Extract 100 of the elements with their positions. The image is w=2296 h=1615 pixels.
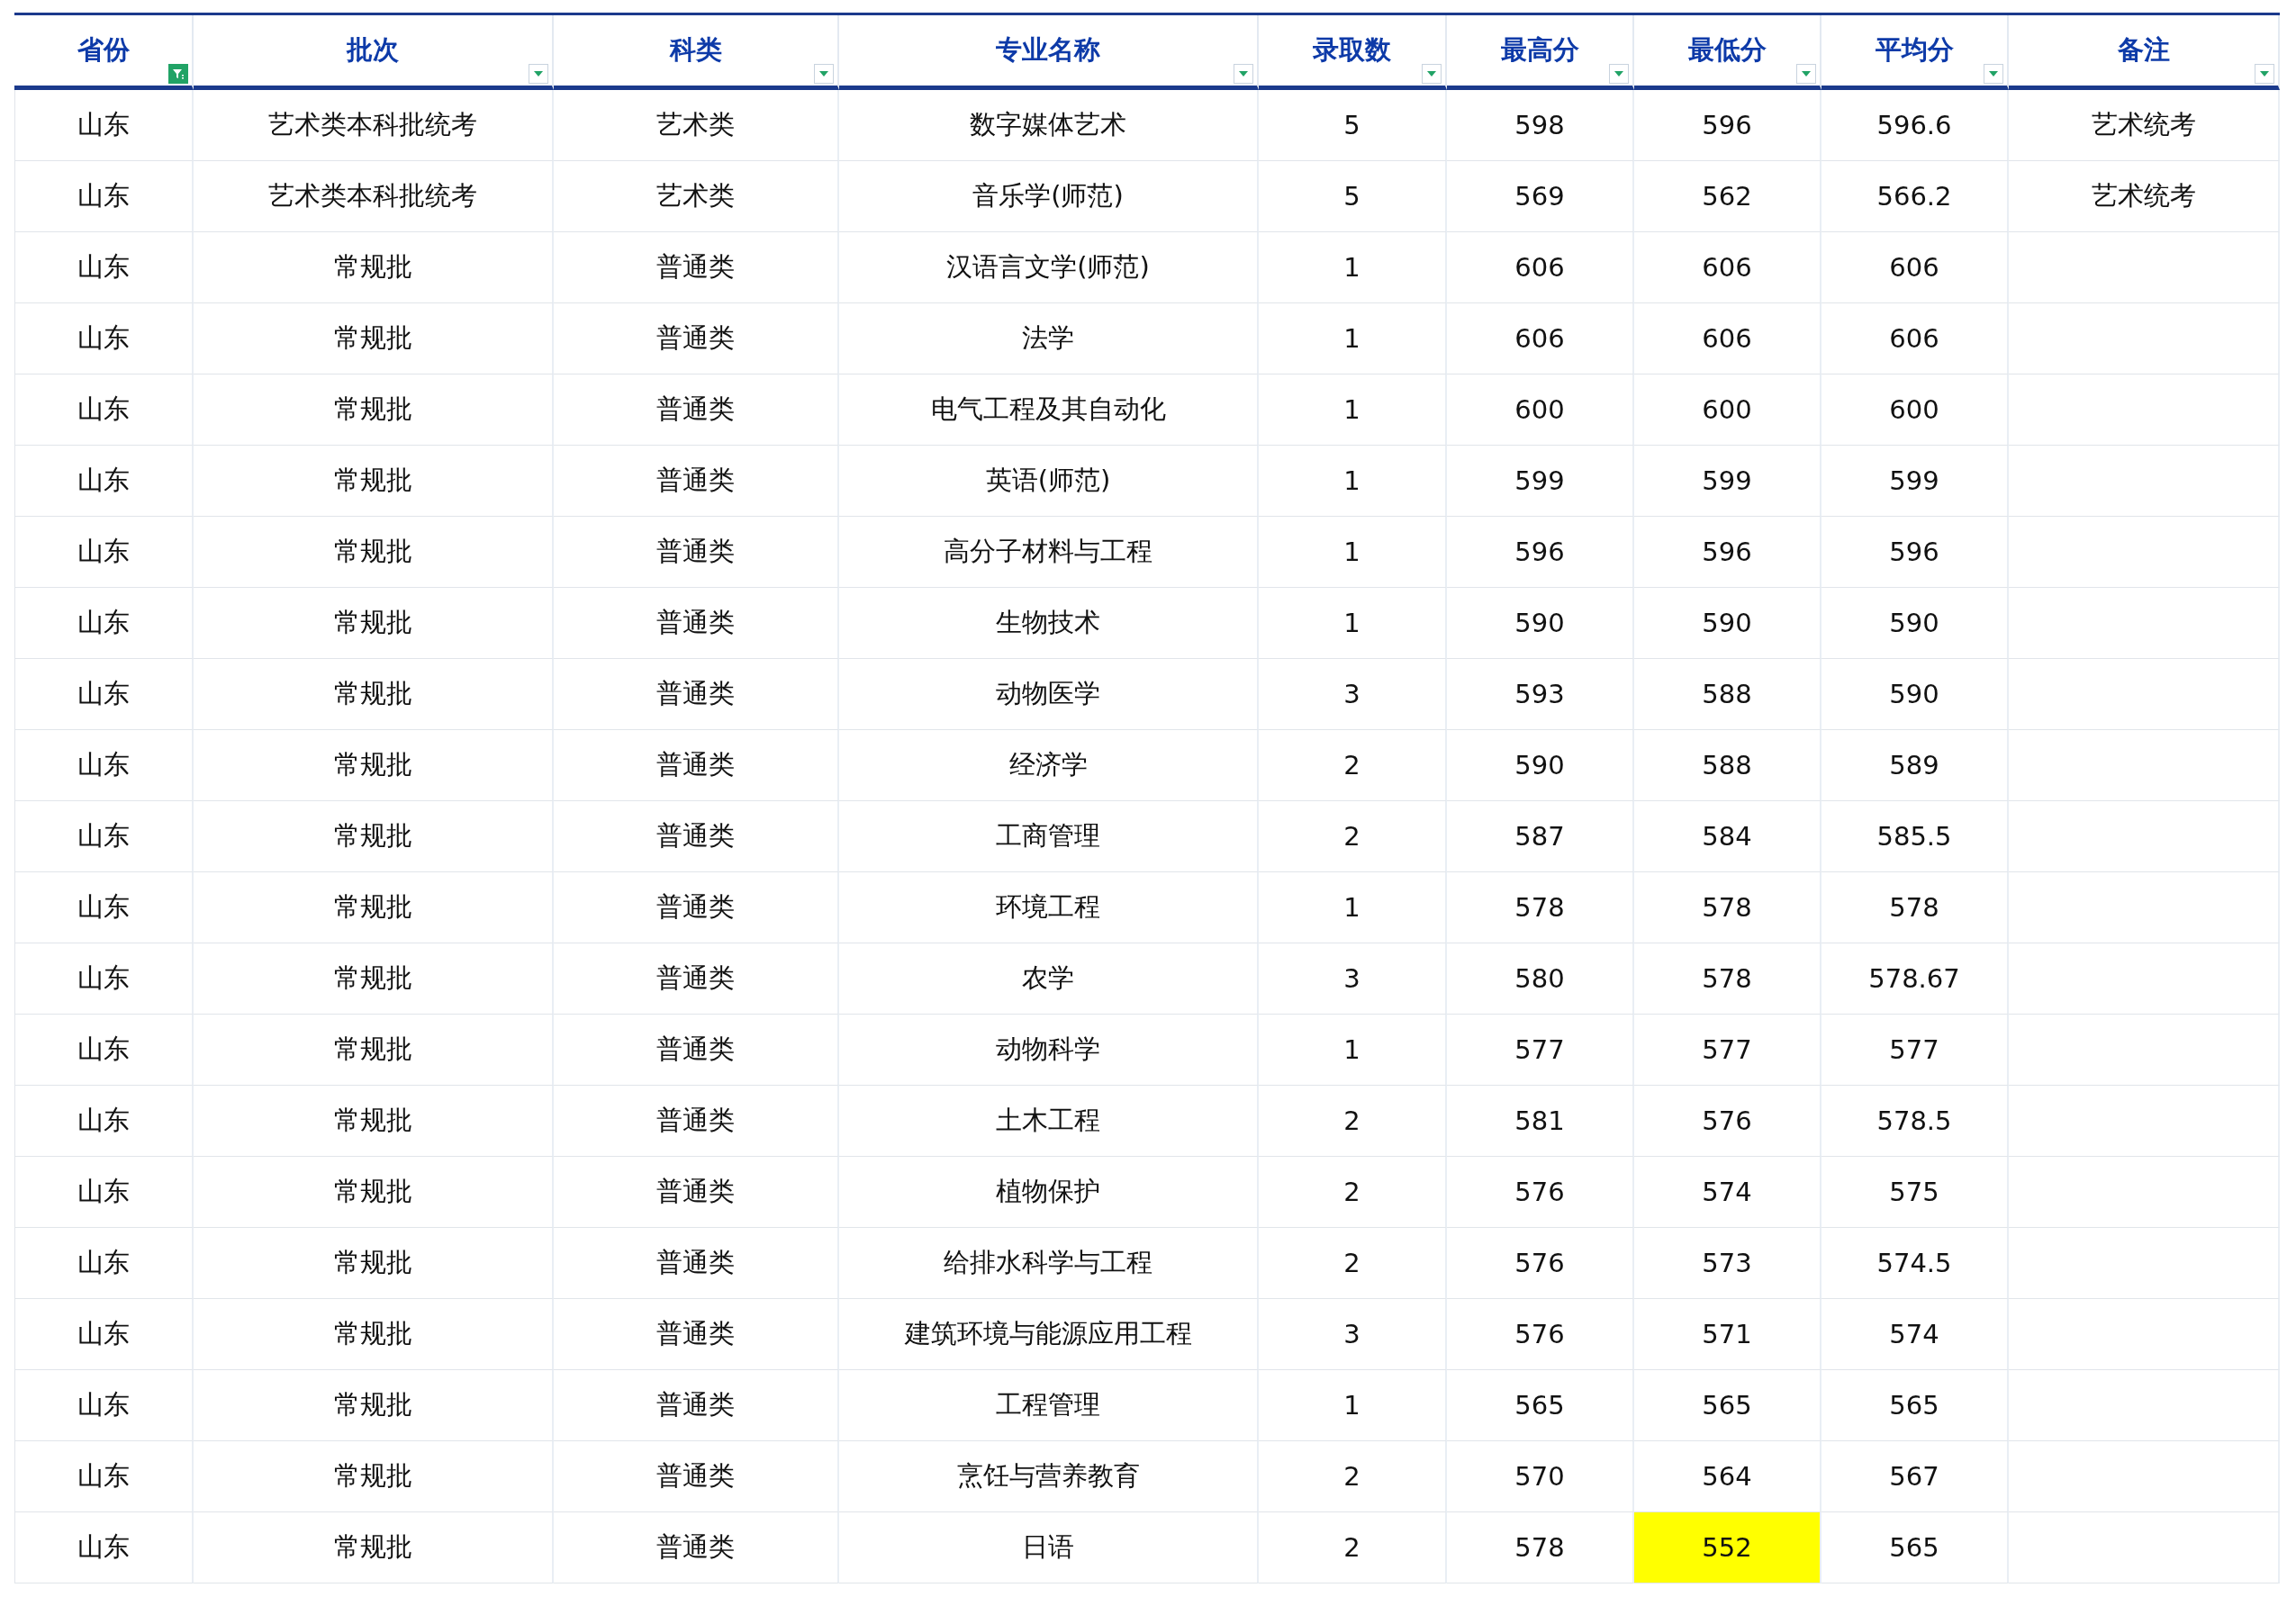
table-cell: 建筑环境与能源应用工程 — [839, 1299, 1259, 1370]
table-cell: 1 — [1259, 232, 1447, 303]
filter-dropdown-button[interactable] — [2255, 64, 2274, 84]
filter-dropdown-button[interactable] — [1796, 64, 1816, 84]
table-cell: 2 — [1259, 1512, 1447, 1583]
table-cell: 596 — [1634, 517, 1821, 588]
table-cell: 常规批 — [194, 232, 554, 303]
filter-icon — [172, 68, 185, 80]
table-cell: 599 — [1634, 446, 1821, 517]
table-cell: 艺术类本科批统考 — [194, 161, 554, 232]
filter-dropdown-button[interactable] — [1609, 64, 1629, 84]
table-cell: 普通类 — [554, 730, 839, 801]
caret-icon — [1426, 70, 1437, 77]
table-cell: 576 — [1447, 1157, 1634, 1228]
table-cell: 567 — [1821, 1441, 2009, 1512]
table-cell: 常规批 — [194, 588, 554, 659]
table-cell: 588 — [1634, 730, 1821, 801]
table-cell: 3 — [1259, 943, 1447, 1015]
table-cell: 烹饪与营养教育 — [839, 1441, 1259, 1512]
caret-icon — [818, 70, 829, 77]
table-cell: 普通类 — [554, 659, 839, 730]
table-cell: 常规批 — [194, 1015, 554, 1086]
table-cell: 普通类 — [554, 446, 839, 517]
table-cell: 常规批 — [194, 1157, 554, 1228]
table-cell: 578 — [1821, 872, 2009, 943]
table-cell: 578.67 — [1821, 943, 2009, 1015]
caret-icon — [1801, 70, 1812, 77]
caret-icon — [533, 70, 544, 77]
table-cell: 585.5 — [1821, 801, 2009, 872]
table-cell: 常规批 — [194, 1441, 554, 1512]
table-cell: 动物科学 — [839, 1015, 1259, 1086]
table-cell: 590 — [1821, 659, 2009, 730]
table-cell: 589 — [1821, 730, 2009, 801]
filter-dropdown-button[interactable] — [1234, 64, 1253, 84]
table-cell: 艺术类 — [554, 90, 839, 161]
table-cell: 577 — [1821, 1015, 2009, 1086]
table-cell: 593 — [1447, 659, 1634, 730]
table-cell: 经济学 — [839, 730, 1259, 801]
table-cell: 600 — [1821, 374, 2009, 446]
table-cell: 山东 — [14, 1228, 194, 1299]
table-cell: 山东 — [14, 1299, 194, 1370]
table-cell: 576 — [1634, 1086, 1821, 1157]
table-cell: 山东 — [14, 446, 194, 517]
filter-dropdown-button[interactable] — [529, 64, 548, 84]
table-cell: 日语 — [839, 1512, 1259, 1583]
table-cell: 2 — [1259, 730, 1447, 801]
table-cell: 576 — [1447, 1299, 1634, 1370]
table-cell: 571 — [1634, 1299, 1821, 1370]
table-cell: 596.6 — [1821, 90, 2009, 161]
table-cell: 590 — [1821, 588, 2009, 659]
filter-active-button[interactable] — [168, 64, 188, 84]
table-cell: 常规批 — [194, 517, 554, 588]
filter-dropdown-button[interactable] — [1984, 64, 2003, 84]
table-cell: 566.2 — [1821, 161, 2009, 232]
table-cell: 普通类 — [554, 1512, 839, 1583]
table-cell: 578 — [1634, 943, 1821, 1015]
table-cell: 1 — [1259, 446, 1447, 517]
table-cell: 596 — [1447, 517, 1634, 588]
table-cell: 552 — [1634, 1512, 1821, 1583]
table-cell: 565 — [1821, 1370, 2009, 1441]
table-cell: 常规批 — [194, 1086, 554, 1157]
table-cell: 606 — [1821, 303, 2009, 374]
table-cell: 常规批 — [194, 1370, 554, 1441]
table-cell: 常规批 — [194, 1228, 554, 1299]
table-cell: 575 — [1821, 1157, 2009, 1228]
header-label: 备注 — [2117, 33, 2170, 67]
filter-dropdown-button[interactable] — [1422, 64, 1442, 84]
table-cell: 普通类 — [554, 872, 839, 943]
caret-icon — [1238, 70, 1249, 77]
table-cell: 580 — [1447, 943, 1634, 1015]
table-cell: 给排水科学与工程 — [839, 1228, 1259, 1299]
table-cell: 山东 — [14, 588, 194, 659]
table-cell: 山东 — [14, 1441, 194, 1512]
table-cell: 1 — [1259, 1370, 1447, 1441]
table-cell: 599 — [1447, 446, 1634, 517]
table-cell: 578.5 — [1821, 1086, 2009, 1157]
caret-icon — [2259, 70, 2270, 77]
table-cell: 普通类 — [554, 374, 839, 446]
table-cell: 590 — [1634, 588, 1821, 659]
table-cell: 工商管理 — [839, 801, 1259, 872]
table-cell: 606 — [1634, 232, 1821, 303]
header-label: 录取数 — [1313, 33, 1391, 67]
table-cell: 2 — [1259, 1086, 1447, 1157]
table-cell: 普通类 — [554, 1441, 839, 1512]
table-cell: 普通类 — [554, 517, 839, 588]
table-cell: 606 — [1447, 303, 1634, 374]
table-cell: 565 — [1821, 1512, 2009, 1583]
header-label: 最高分 — [1500, 33, 1579, 67]
table-cell: 农学 — [839, 943, 1259, 1015]
table-cell: 山东 — [14, 374, 194, 446]
table-cell: 山东 — [14, 872, 194, 943]
table-cell: 法学 — [839, 303, 1259, 374]
filter-dropdown-button[interactable] — [814, 64, 834, 84]
table-cell: 596 — [1634, 90, 1821, 161]
table-cell: 汉语言文学(师范) — [839, 232, 1259, 303]
table-cell: 生物技术 — [839, 588, 1259, 659]
table-cell: 600 — [1634, 374, 1821, 446]
table-cell: 常规批 — [194, 872, 554, 943]
table-cell: 2 — [1259, 1157, 1447, 1228]
table-cell: 环境工程 — [839, 872, 1259, 943]
